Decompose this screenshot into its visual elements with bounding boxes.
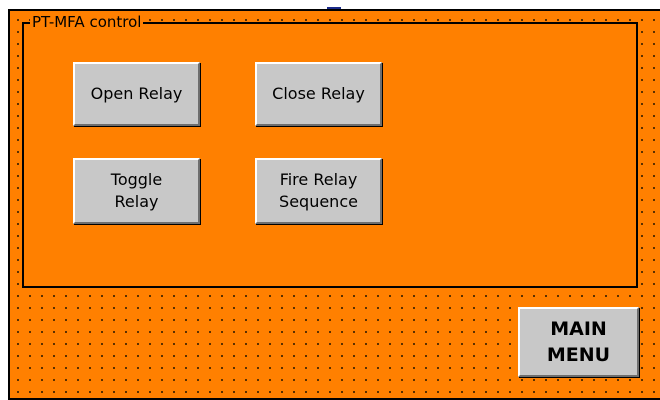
fire-relay-sequence-button[interactable]: Fire Relay Sequence <box>255 158 382 224</box>
main-menu-button[interactable]: MAIN MENU <box>518 307 639 377</box>
group-title: PT-MFA control <box>30 12 144 32</box>
open-relay-button[interactable]: Open Relay <box>73 62 200 126</box>
hmi-screen: PT-MFA control Open Relay Close Relay To… <box>0 0 660 400</box>
close-relay-button[interactable]: Close Relay <box>255 62 382 126</box>
toggle-relay-button[interactable]: Toggle Relay <box>73 158 200 224</box>
